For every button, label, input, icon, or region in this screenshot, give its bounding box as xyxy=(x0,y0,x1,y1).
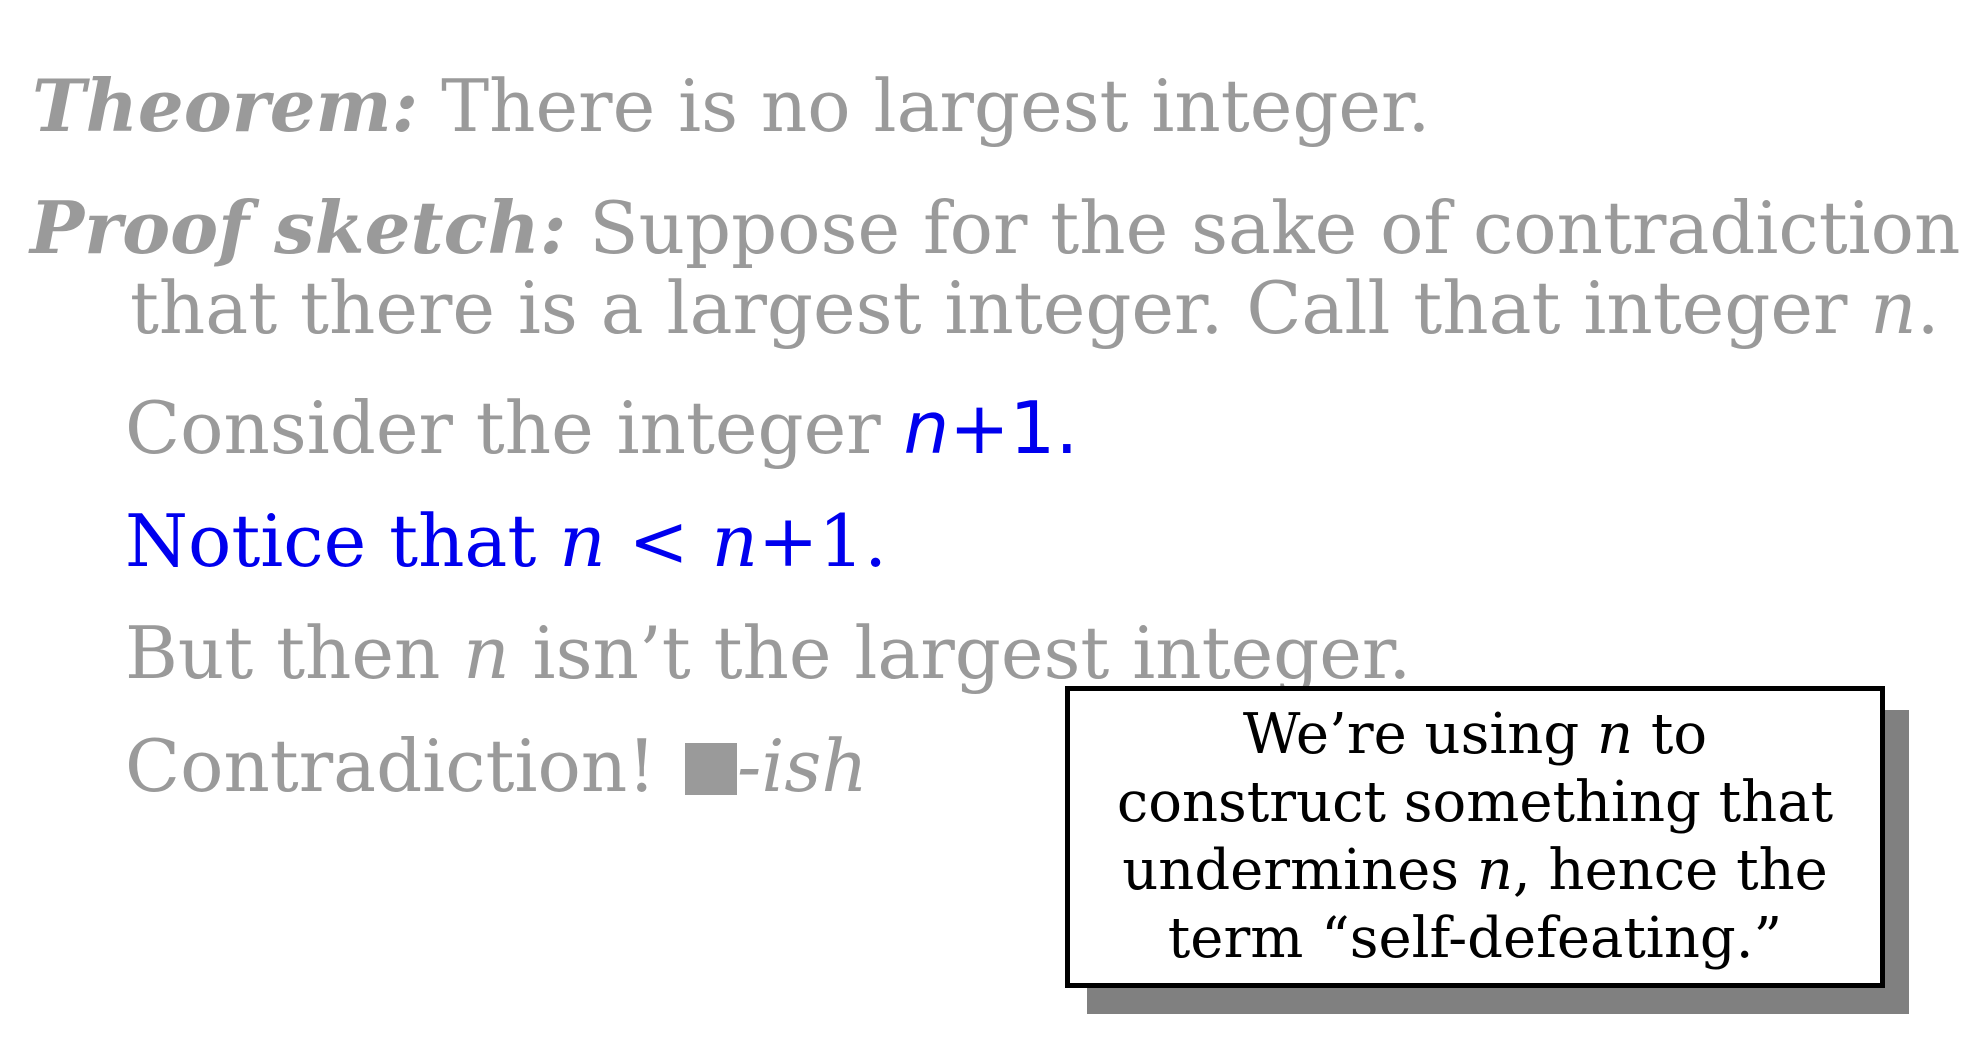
callout-line-1-text-a: We’re using xyxy=(1242,702,1597,767)
proof-line-1: Proof sketch: Suppose for the sake of co… xyxy=(30,192,1960,265)
callout-line-1-text-b: to xyxy=(1633,702,1708,767)
callout-variable-n-1: n xyxy=(1596,702,1634,767)
notice-line: Notice that n < n+1. xyxy=(125,505,887,577)
callout-line-3-text-b: , hence the xyxy=(1512,838,1828,903)
but-text-2: isn’t the largest integer. xyxy=(509,611,1412,695)
theorem-label: Theorem: xyxy=(32,63,419,148)
but-variable-n: n xyxy=(463,611,510,695)
notice-expression: +1. xyxy=(758,499,888,583)
contradiction-suffix: -ish xyxy=(737,724,868,808)
proof-period: . xyxy=(1916,266,1940,350)
contradiction-line: Contradiction! -ish xyxy=(125,730,868,802)
proof-text-1: Suppose for the sake of contradiction xyxy=(566,186,1961,270)
theorem-line: Theorem: There is no largest integer. xyxy=(32,70,1430,143)
notice-variable-n-2: n xyxy=(711,499,759,583)
callout-line-3: undermines n, hence the xyxy=(1122,837,1828,905)
proof-line-2: that there is a largest integer. Call th… xyxy=(130,272,1940,344)
proof-label: Proof sketch: xyxy=(30,185,567,270)
callout-box: We’re using n to construct something tha… xyxy=(1065,686,1885,988)
contradiction-text: Contradiction! xyxy=(125,724,680,808)
callout-line-2: construct something that xyxy=(1116,770,1834,835)
consider-line: Consider the integer n+1. xyxy=(125,392,1078,464)
proof-variable-n: n xyxy=(1870,266,1917,350)
consider-variable-n: n xyxy=(903,386,950,470)
but-text-1: But then xyxy=(125,611,464,695)
callout-line-1: We’re using n to xyxy=(1243,701,1707,769)
notice-text: Notice that xyxy=(125,499,560,583)
theorem-text: There is no largest integer. xyxy=(418,64,1431,148)
consider-expression: +1. xyxy=(949,386,1079,470)
callout-line-4: term “self-defeating.” xyxy=(1167,906,1783,971)
callout-line-3-text-a: undermines xyxy=(1122,838,1477,903)
notice-less-than: < xyxy=(605,499,712,583)
proof-text-2: that there is a largest integer. Call th… xyxy=(130,266,1871,350)
notice-variable-n-1: n xyxy=(559,499,606,583)
qed-square-icon xyxy=(685,743,738,795)
callout-variable-n-2: n xyxy=(1476,838,1513,903)
consider-text: Consider the integer xyxy=(125,386,904,470)
but-line: But then n isn’t the largest integer. xyxy=(125,617,1411,689)
